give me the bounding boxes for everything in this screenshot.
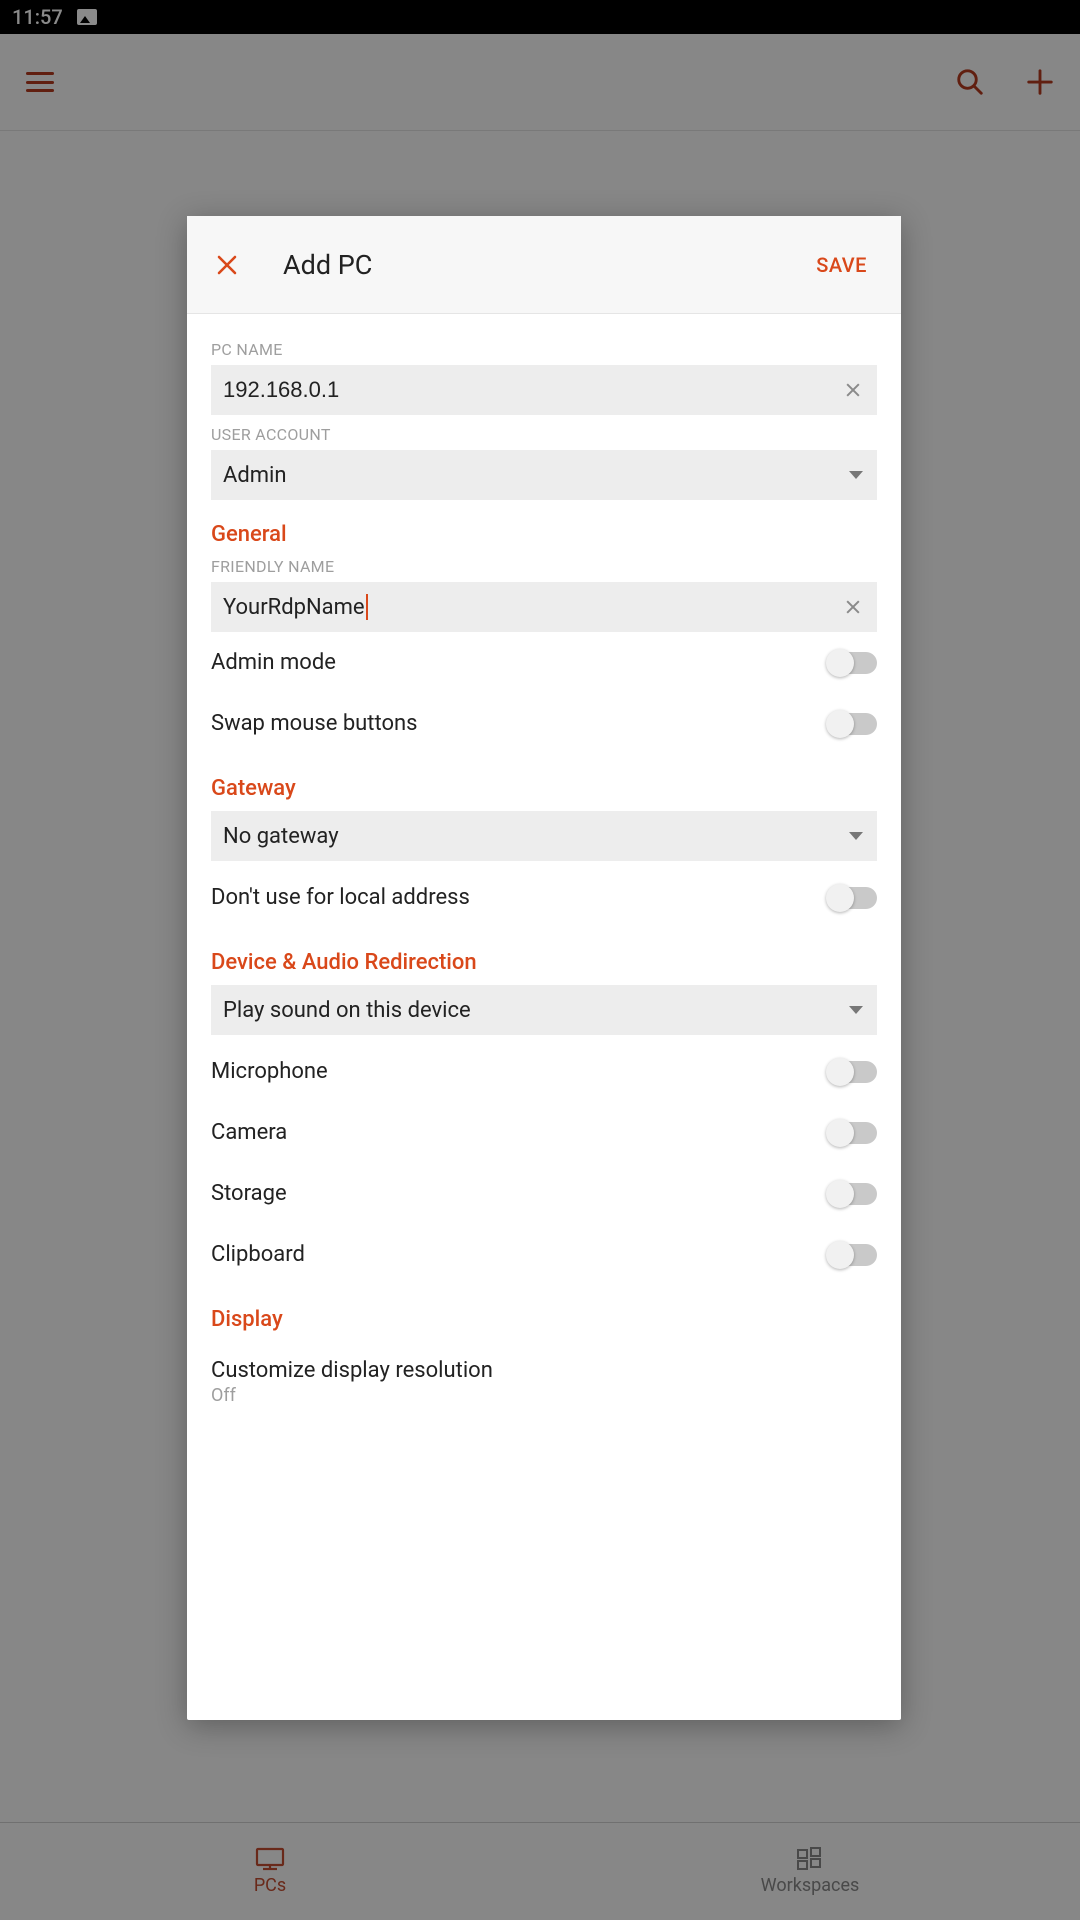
customize-resolution-label: Customize display resolution xyxy=(211,1358,877,1383)
swap-mouse-label: Swap mouse buttons xyxy=(211,711,418,736)
chevron-down-icon xyxy=(849,832,863,840)
friendly-name-clear-button[interactable] xyxy=(837,591,869,623)
friendly-name-input[interactable]: YourRdpName xyxy=(211,582,877,632)
dialog-header: Add PC SAVE xyxy=(187,216,901,314)
swap-mouse-toggle[interactable] xyxy=(829,713,877,735)
dont-use-local-row: Don't use for local address xyxy=(211,867,877,928)
customize-resolution-value: Off xyxy=(211,1385,877,1406)
admin-mode-row: Admin mode xyxy=(211,632,877,693)
admin-mode-toggle[interactable] xyxy=(829,652,877,674)
add-pc-dialog: Add PC SAVE PC NAME USER ACCOUNT Admin G… xyxy=(187,216,901,1720)
camera-label: Camera xyxy=(211,1120,287,1145)
microphone-row: Microphone xyxy=(211,1041,877,1102)
clear-icon xyxy=(843,597,863,617)
pc-name-label: PC NAME xyxy=(211,340,877,359)
storage-toggle[interactable] xyxy=(829,1183,877,1205)
close-button[interactable] xyxy=(211,249,243,281)
customize-resolution-row[interactable]: Customize display resolution Off xyxy=(211,1342,877,1406)
storage-label: Storage xyxy=(211,1181,287,1206)
gateway-select-wrap: No gateway xyxy=(211,811,877,861)
camera-toggle[interactable] xyxy=(829,1122,877,1144)
save-button[interactable]: SAVE xyxy=(806,245,877,285)
dialog-title: Add PC xyxy=(283,249,372,281)
clipboard-row: Clipboard xyxy=(211,1224,877,1285)
sound-value: Play sound on this device xyxy=(223,998,471,1023)
admin-mode-label: Admin mode xyxy=(211,650,336,675)
dont-use-local-label: Don't use for local address xyxy=(211,885,470,910)
pc-name-input[interactable] xyxy=(211,365,877,415)
microphone-label: Microphone xyxy=(211,1059,328,1084)
swap-mouse-row: Swap mouse buttons xyxy=(211,693,877,754)
sound-select-wrap: Play sound on this device xyxy=(211,985,877,1035)
close-icon xyxy=(215,253,239,277)
section-display: Display xyxy=(211,1307,877,1332)
microphone-toggle[interactable] xyxy=(829,1061,877,1083)
section-device-audio: Device & Audio Redirection xyxy=(211,950,877,975)
user-account-value: Admin xyxy=(223,463,287,488)
pc-name-field-wrap xyxy=(211,365,877,415)
clear-icon xyxy=(843,380,863,400)
chevron-down-icon xyxy=(849,1006,863,1014)
friendly-name-field-wrap: YourRdpName xyxy=(211,582,877,632)
camera-row: Camera xyxy=(211,1102,877,1163)
user-account-select-wrap: Admin xyxy=(211,450,877,500)
friendly-name-value: YourRdpName xyxy=(223,595,365,620)
sound-select[interactable]: Play sound on this device xyxy=(211,985,877,1035)
clipboard-label: Clipboard xyxy=(211,1242,305,1267)
section-general: General xyxy=(211,522,877,547)
storage-row: Storage xyxy=(211,1163,877,1224)
user-account-label: USER ACCOUNT xyxy=(211,425,877,444)
gateway-value: No gateway xyxy=(223,824,339,849)
friendly-name-label: FRIENDLY NAME xyxy=(211,557,877,576)
section-gateway: Gateway xyxy=(211,776,877,801)
gateway-select[interactable]: No gateway xyxy=(211,811,877,861)
text-cursor xyxy=(366,594,368,620)
pc-name-clear-button[interactable] xyxy=(837,374,869,406)
chevron-down-icon xyxy=(849,471,863,479)
user-account-select[interactable]: Admin xyxy=(211,450,877,500)
dialog-body: PC NAME USER ACCOUNT Admin General FRIEN… xyxy=(187,314,901,1720)
clipboard-toggle[interactable] xyxy=(829,1244,877,1266)
dont-use-local-toggle[interactable] xyxy=(829,887,877,909)
